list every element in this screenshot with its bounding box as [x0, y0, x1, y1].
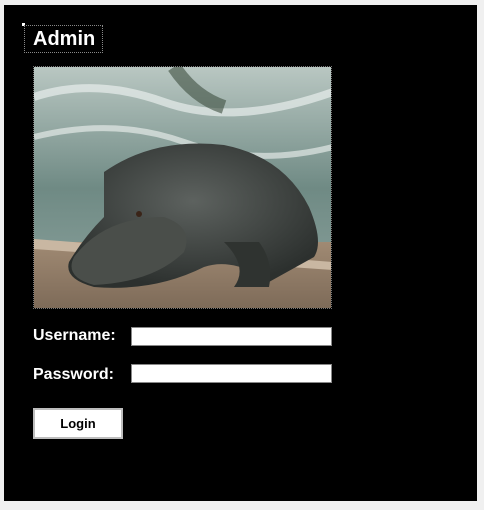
- username-label: Username:: [33, 327, 116, 344]
- login-button[interactable]: Login: [33, 408, 123, 439]
- password-label: Password:: [33, 366, 114, 383]
- alligator-image: [33, 66, 332, 309]
- username-input[interactable]: [131, 327, 332, 346]
- password-input[interactable]: [131, 364, 332, 383]
- page-title: Admin: [24, 25, 104, 53]
